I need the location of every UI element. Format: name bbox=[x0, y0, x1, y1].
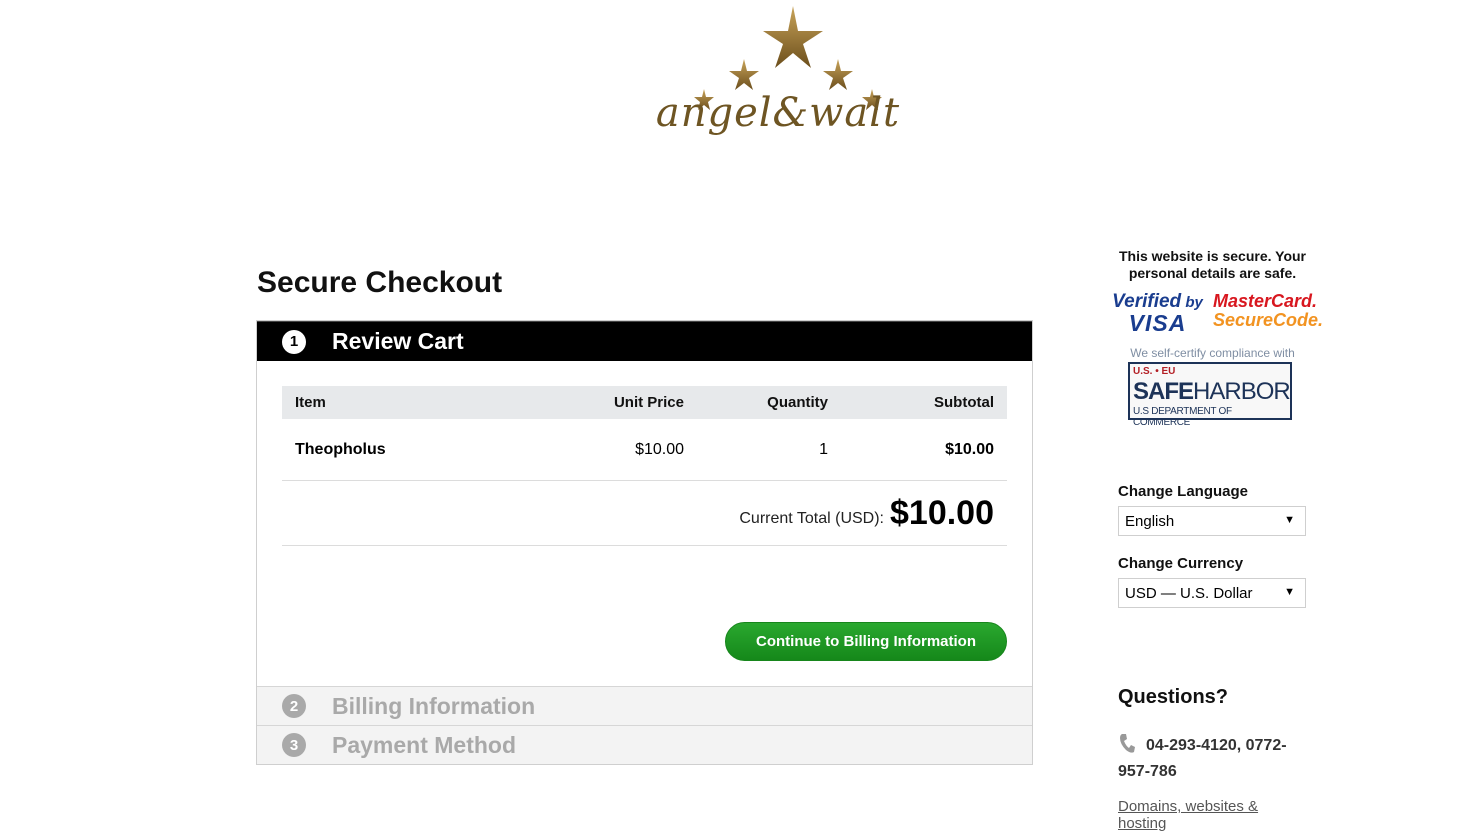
step-number: 1 bbox=[282, 329, 306, 354]
safeharbor-badge[interactable]: U.S. • EU SAFEHARBOR U.S DEPARTMENT OF C… bbox=[1128, 362, 1292, 428]
continue-to-billing-button[interactable]: Continue to Billing Information bbox=[725, 622, 1007, 661]
visa-line2: VISA bbox=[1128, 310, 1187, 336]
cart-table-header: Item Unit Price Quantity Subtotal bbox=[282, 386, 1007, 419]
column-unit-price: Unit Price bbox=[613, 394, 684, 411]
cart-total: Current Total (USD): $10.00 bbox=[282, 482, 1007, 546]
step-label: Payment Method bbox=[332, 731, 517, 758]
questions-title: Questions? bbox=[1118, 686, 1229, 708]
step-number: 3 bbox=[282, 733, 306, 757]
phone-contact: 04-293-4120, 0772-957-786 bbox=[1118, 733, 1318, 785]
step-review-cart[interactable]: 1 Review Cart bbox=[257, 321, 1032, 361]
secure-note: This website is secure. Your personal de… bbox=[1119, 248, 1306, 281]
total-label: Current Total (USD): bbox=[739, 509, 884, 527]
phone-number: 04-293-4120, 0772-957-786 bbox=[1118, 737, 1287, 780]
step-billing-information[interactable]: 2 Billing Information bbox=[257, 686, 1032, 725]
language-select[interactable]: English ▼ bbox=[1118, 506, 1306, 536]
checkout-panel: 1 Review Cart Item Unit Price Quantity S… bbox=[256, 320, 1033, 765]
cart-item-quantity: 1 bbox=[819, 440, 828, 458]
hosting-link[interactable]: Domains, websites & hosting bbox=[1118, 798, 1298, 832]
table-row: Theopholus $10.00 1 $10.00 bbox=[282, 419, 1007, 481]
column-subtotal: Subtotal bbox=[934, 394, 994, 411]
currency-selected: USD — U.S. Dollar bbox=[1125, 584, 1253, 602]
brand-logo[interactable]: angel&walt bbox=[628, 4, 928, 149]
cart-item-subtotal: $10.00 bbox=[945, 440, 994, 458]
cart-table: Item Unit Price Quantity Subtotal Theoph… bbox=[282, 386, 1007, 481]
mastercard-line2: SecureCode. bbox=[1213, 310, 1324, 330]
safeharbor-top: U.S. • EU bbox=[1133, 366, 1176, 377]
safeharbor-main-bold: SAFE bbox=[1133, 378, 1194, 405]
page-title: Secure Checkout bbox=[257, 266, 503, 299]
step-payment-method[interactable]: 3 Payment Method bbox=[257, 725, 1032, 764]
safeharbor-note: We self-certify compliance with bbox=[1130, 346, 1295, 360]
step-number: 2 bbox=[282, 694, 306, 718]
cart-item-name: Theopholus bbox=[295, 440, 386, 458]
safeharbor-main: SAFEHARBOR bbox=[1133, 378, 1291, 406]
visa-line1: Verified bbox=[1112, 291, 1182, 312]
dropdown-arrow-icon: ▼ bbox=[1284, 586, 1295, 598]
language-selected: English bbox=[1125, 512, 1175, 530]
visa-by: by bbox=[1185, 294, 1203, 311]
mastercard-line1: MasterCard. bbox=[1213, 291, 1318, 311]
step-label: Billing Information bbox=[332, 692, 536, 719]
mastercard-securecode-badge[interactable]: MasterCard. SecureCode. bbox=[1213, 292, 1324, 330]
currency-label: Change Currency bbox=[1118, 555, 1244, 572]
brand-name: angel&walt bbox=[655, 90, 901, 136]
currency-select[interactable]: USD — U.S. Dollar ▼ bbox=[1118, 578, 1306, 608]
safeharbor-bottom: U.S DEPARTMENT OF COMMERCE bbox=[1133, 406, 1232, 428]
step-label: Review Cart bbox=[332, 328, 464, 354]
phone-icon bbox=[1120, 734, 1135, 753]
total-value: $10.00 bbox=[890, 494, 994, 532]
safeharbor-main-rest: HARBOR bbox=[1193, 378, 1291, 405]
language-label: Change Language bbox=[1118, 483, 1249, 500]
column-quantity: Quantity bbox=[767, 394, 828, 411]
verified-by-visa-badge[interactable]: Verified by VISA bbox=[1110, 291, 1205, 336]
cart-item-price: $10.00 bbox=[635, 440, 684, 458]
column-item: Item bbox=[295, 394, 326, 411]
dropdown-arrow-icon: ▼ bbox=[1284, 514, 1295, 526]
